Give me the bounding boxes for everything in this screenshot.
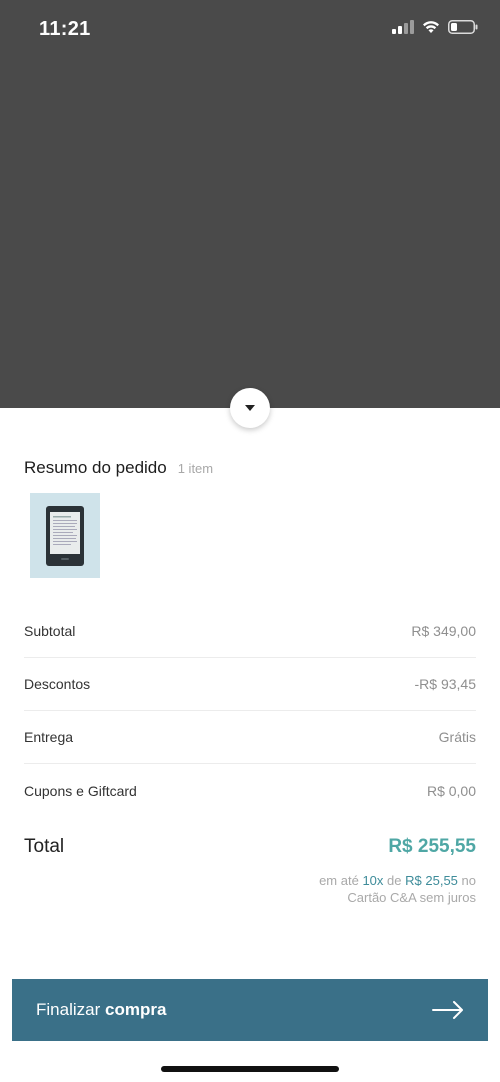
installments-info: em até 10x de R$ 25,55 no Cartão C&A sem… [319, 872, 476, 906]
arrow-right-icon [432, 1001, 463, 1019]
checkout-label-bold: compra [104, 1000, 167, 1019]
summary-title: Resumo do pedido [24, 458, 167, 477]
checkout-label-regular: Finalizar [36, 1000, 101, 1019]
row-label: Cupons e Giftcard [24, 782, 137, 799]
battery-icon [448, 20, 478, 34]
discounts-row: Descontos -R$ 93,45 [24, 658, 476, 711]
installments-suffix: no [461, 873, 476, 888]
total-value: R$ 255,55 [388, 836, 476, 857]
total-label: Total [24, 836, 65, 857]
row-value: Grátis [438, 729, 476, 745]
ereader-thumbnail [46, 505, 84, 566]
installments-prefix: em até [319, 873, 359, 888]
installments-line-2: Cartão C&A sem juros [347, 890, 476, 905]
item-count: 1 item [177, 461, 214, 476]
status-bar: 11:21 [0, 0, 500, 60]
collapse-sheet-button[interactable] [230, 388, 270, 428]
wifi-icon [423, 21, 439, 33]
row-label: Descontos [24, 676, 91, 692]
chevron-down-icon [245, 405, 255, 411]
dimmed-overlay[interactable] [0, 0, 500, 408]
price-breakdown: Subtotal R$ 349,00 Descontos -R$ 93,45 E… [24, 605, 476, 817]
finalize-purchase-button[interactable]: Finalizar compra [12, 979, 488, 1041]
installments-count: 10x [362, 873, 384, 888]
status-time: 11:21 [39, 18, 91, 40]
row-label: Entrega [24, 729, 74, 745]
total-row: Total R$ 255,55 [24, 836, 476, 858]
delivery-row: Entrega Grátis [24, 711, 476, 764]
row-value: -R$ 93,45 [414, 676, 476, 692]
installments-line-1: em até 10x de R$ 25,55 no [319, 872, 476, 889]
checkout-label: Finalizar compra [36, 1000, 166, 1020]
installments-amount: R$ 25,55 [405, 873, 458, 888]
status-icons [392, 20, 478, 34]
row-value: R$ 0,00 [426, 782, 476, 799]
home-indicator [161, 1066, 339, 1072]
signal-icon [392, 20, 414, 34]
subtotal-row: Subtotal R$ 349,00 [24, 605, 476, 658]
row-label: Subtotal [24, 623, 76, 639]
installments-middle: de [387, 873, 402, 888]
coupons-row: Cupons e Giftcard R$ 0,00 [24, 764, 476, 817]
product-thumbnail[interactable] [30, 493, 100, 578]
summary-header: Resumo do pedido 1 item [24, 458, 213, 478]
row-value: R$ 349,00 [411, 623, 476, 639]
